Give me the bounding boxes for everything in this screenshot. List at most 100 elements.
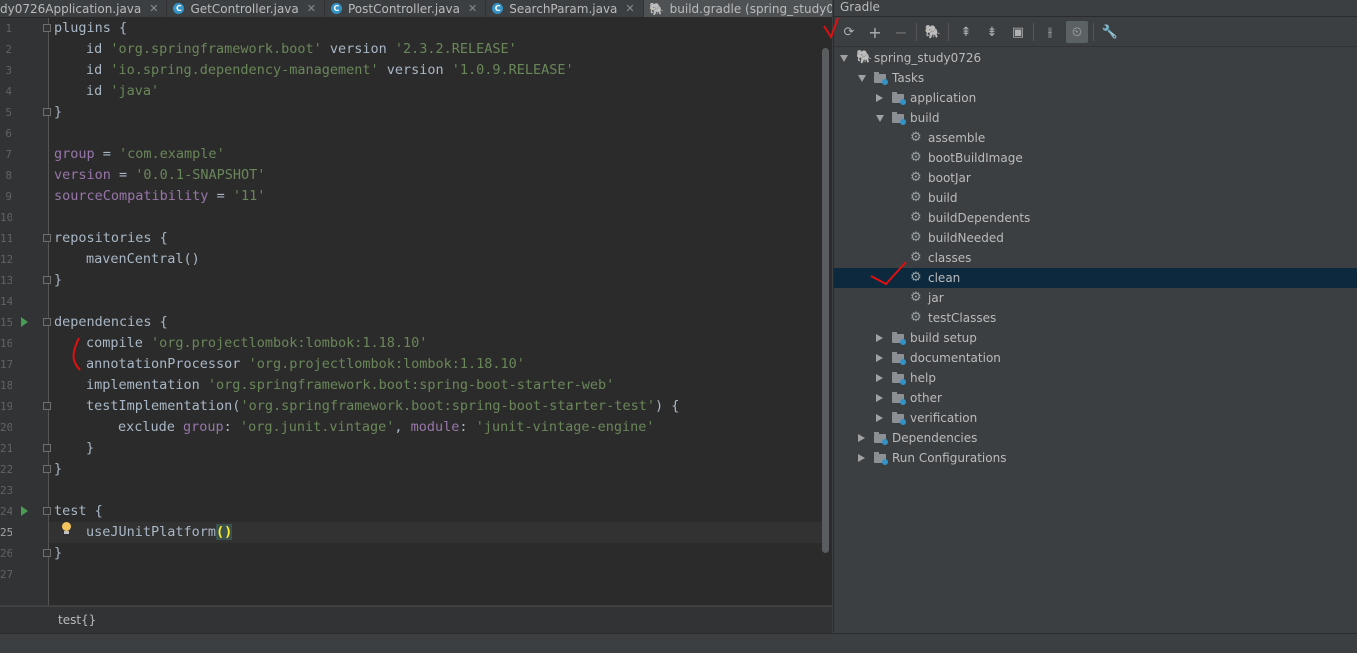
code-line: annotationProcessor 'org.projectlombok:l… bbox=[86, 356, 525, 372]
editor-scrollbar[interactable] bbox=[822, 48, 829, 553]
code-line: } bbox=[54, 272, 63, 288]
gear-icon: ⚙ bbox=[910, 230, 922, 245]
expand-all-icon[interactable]: ⇞ bbox=[955, 21, 977, 43]
fold-marker[interactable] bbox=[43, 444, 51, 452]
line-number: 4 bbox=[5, 85, 12, 98]
fold-marker[interactable] bbox=[43, 549, 51, 557]
fold-marker[interactable] bbox=[43, 276, 51, 284]
lightbulb-icon[interactable] bbox=[62, 522, 71, 534]
chevron-right-icon[interactable] bbox=[876, 94, 883, 102]
tree-node-spring-study0726[interactable]: 🐘 spring_study0726 bbox=[834, 48, 1357, 68]
gradle-elephant-icon: 🐘 bbox=[856, 50, 873, 65]
tree-node-bootjar[interactable]: ⚙ bootJar bbox=[834, 168, 1357, 188]
breadcrumb[interactable]: test{} bbox=[0, 606, 832, 634]
close-icon[interactable]: ✕ bbox=[468, 2, 477, 15]
run-gutter-icon[interactable] bbox=[21, 506, 28, 516]
fold-marker[interactable] bbox=[43, 507, 51, 515]
chevron-right-icon[interactable] bbox=[876, 394, 883, 402]
tab-getcontroller-java[interactable]: C GetController.java ✕ bbox=[167, 0, 325, 17]
chevron-right-icon[interactable] bbox=[858, 434, 865, 442]
java-class-icon: C bbox=[173, 3, 185, 14]
chevron-right-icon[interactable] bbox=[876, 354, 883, 362]
tree-node-label: clean bbox=[928, 271, 961, 285]
chevron-right-icon[interactable] bbox=[858, 454, 865, 462]
close-icon[interactable]: ✕ bbox=[307, 2, 316, 15]
tree-node-builddependents[interactable]: ⚙ buildDependents bbox=[834, 208, 1357, 228]
tab-postcontroller-java[interactable]: C PostController.java ✕ bbox=[325, 0, 487, 17]
tab-build-gradle[interactable]: 🐘build.gradle (spring_study0726)✕ bbox=[643, 0, 832, 17]
tree-node-application[interactable]: application bbox=[834, 88, 1357, 108]
code-line: test { bbox=[54, 503, 103, 519]
tree-node-bootbuildimage[interactable]: ⚙ bootBuildImage bbox=[834, 148, 1357, 168]
chevron-right-icon[interactable] bbox=[876, 374, 883, 382]
code-line: implementation 'org.springframework.boot… bbox=[86, 377, 615, 393]
line-number: 19 bbox=[0, 400, 12, 413]
gradle-tool-window: Gradle ⟳ + − 🐘 ⇞ ⇟ ▣ ⫲ ⏲ 🔧 🐘 spring_study… bbox=[833, 0, 1357, 632]
tree-node-build[interactable]: ⚙ build bbox=[834, 188, 1357, 208]
tree-node-label: buildDependents bbox=[928, 211, 1031, 225]
code-line: compile 'org.projectlombok:lombok:1.18.1… bbox=[86, 335, 428, 351]
tree-node-help[interactable]: help bbox=[834, 368, 1357, 388]
settings-wrench-icon[interactable]: 🔧 bbox=[1099, 21, 1121, 43]
tree-node-build[interactable]: build bbox=[834, 108, 1357, 128]
fold-marker[interactable] bbox=[43, 234, 51, 242]
execute-task-icon[interactable]: 🐘 bbox=[922, 21, 944, 43]
gradle-toolbar: ⟳ + − 🐘 ⇞ ⇟ ▣ ⫲ ⏲ 🔧 bbox=[834, 17, 1357, 47]
chevron-down-icon[interactable] bbox=[858, 75, 866, 82]
chevron-right-icon[interactable] bbox=[876, 334, 883, 342]
refresh-icon[interactable]: ⟳ bbox=[838, 21, 860, 43]
line-number: 2 bbox=[5, 43, 12, 56]
toolbar-separator bbox=[1033, 23, 1034, 41]
run-gutter-icon[interactable] bbox=[21, 317, 28, 327]
gear-icon: ⚙ bbox=[910, 190, 922, 205]
tree-node-other[interactable]: other bbox=[834, 388, 1357, 408]
code-editor[interactable]: 1 2 3 4 5 6 7 8 9 10 11 12 13 14 15 16 17 18 19 20 21 22 23 24 2… bbox=[0, 18, 832, 605]
panel-title: Gradle bbox=[840, 0, 880, 14]
line-number: 15 bbox=[0, 316, 12, 329]
tree-node-buildneeded[interactable]: ⚙ buildNeeded bbox=[834, 228, 1357, 248]
toggle-offline-icon[interactable]: ⫲ bbox=[1039, 21, 1061, 43]
close-icon[interactable]: ✕ bbox=[625, 2, 634, 15]
java-class-icon: C bbox=[330, 3, 342, 14]
java-class-icon: C bbox=[492, 3, 504, 14]
fold-marker[interactable] bbox=[43, 318, 51, 326]
tab-label: build.gradle (spring_study0726) bbox=[669, 1, 832, 16]
breadcrumb-item[interactable]: test{} bbox=[58, 613, 96, 627]
chevron-right-icon[interactable] bbox=[876, 414, 883, 422]
tree-node-assemble[interactable]: ⚙ assemble bbox=[834, 128, 1357, 148]
link-project-icon[interactable]: ▣ bbox=[1007, 21, 1029, 43]
fold-marker[interactable] bbox=[43, 108, 51, 116]
show-dependencies-icon[interactable]: ⏲ bbox=[1066, 21, 1088, 43]
tree-node-clean[interactable]: ⚙ clean bbox=[834, 268, 1357, 288]
code-line: group = 'com.example' bbox=[54, 146, 225, 162]
chevron-down-icon[interactable] bbox=[840, 55, 848, 62]
tree-node-classes[interactable]: ⚙ classes bbox=[834, 248, 1357, 268]
tree-node-tasks[interactable]: Tasks bbox=[834, 68, 1357, 88]
tree-node-label: help bbox=[910, 371, 936, 385]
folder-icon bbox=[892, 411, 906, 425]
tree-node-label: classes bbox=[928, 251, 972, 265]
close-icon[interactable]: ✕ bbox=[149, 2, 158, 15]
line-number: 13 bbox=[0, 274, 12, 287]
tree-node-verification[interactable]: verification bbox=[834, 408, 1357, 428]
code-line: sourceCompatibility = '11' bbox=[54, 188, 266, 204]
code-line: } bbox=[54, 104, 63, 120]
fold-marker[interactable] bbox=[43, 24, 51, 32]
fold-marker[interactable] bbox=[43, 402, 51, 410]
tree-node-jar[interactable]: ⚙ jar bbox=[834, 288, 1357, 308]
tree-node-testclasses[interactable]: ⚙ testClasses bbox=[834, 308, 1357, 328]
tab-application-java[interactable]: dy0726Application.java ✕ bbox=[0, 0, 168, 17]
tree-node-documentation[interactable]: documentation bbox=[834, 348, 1357, 368]
gear-icon: ⚙ bbox=[910, 250, 922, 265]
collapse-all-icon[interactable]: ⇟ bbox=[981, 21, 1003, 43]
tab-label: SearchParam.java bbox=[509, 1, 618, 16]
tree-node-build-setup[interactable]: build setup bbox=[834, 328, 1357, 348]
toolbar-separator bbox=[916, 23, 917, 41]
add-icon[interactable]: + bbox=[864, 21, 886, 43]
chevron-down-icon[interactable] bbox=[876, 115, 884, 122]
tree-node-dependencies[interactable]: Dependencies bbox=[834, 428, 1357, 448]
tab-searchparam-java[interactable]: C SearchParam.java ✕ bbox=[486, 0, 644, 17]
fold-marker[interactable] bbox=[43, 465, 51, 473]
tree-node-run-configurations[interactable]: Run Configurations bbox=[834, 448, 1357, 468]
remove-icon[interactable]: − bbox=[890, 21, 912, 43]
